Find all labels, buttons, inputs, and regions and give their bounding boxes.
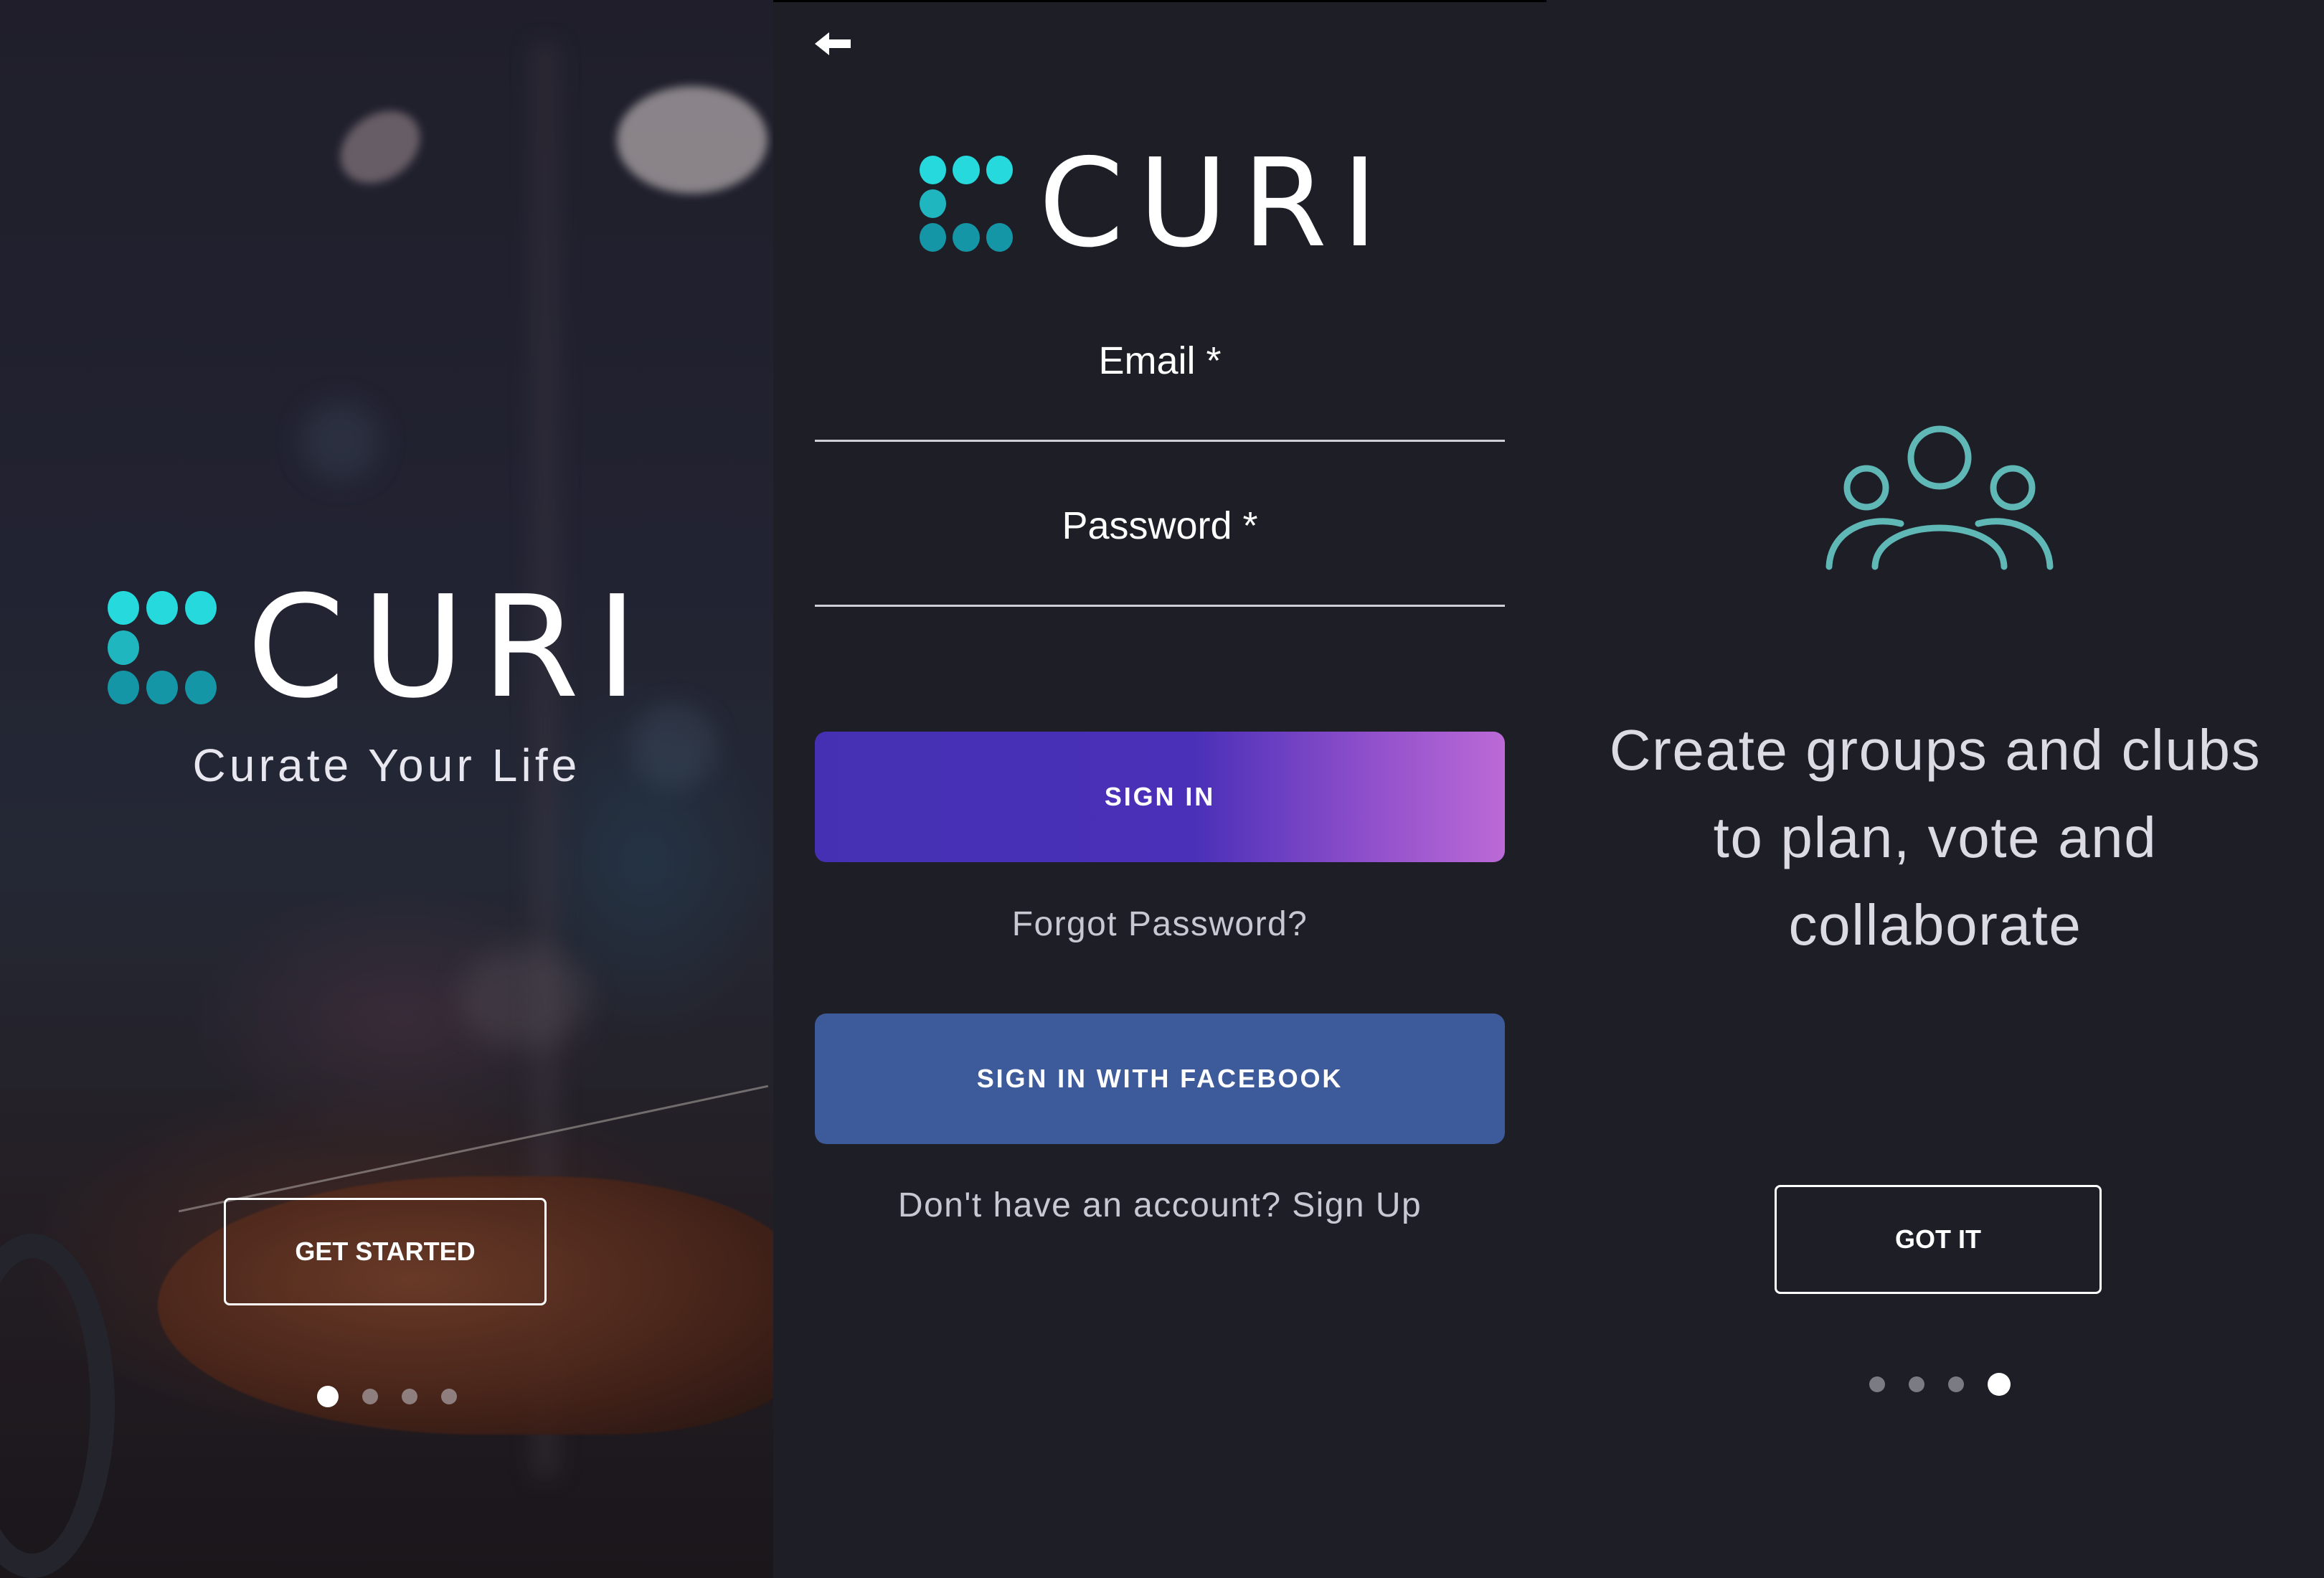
facebook-signin-button[interactable]: SIGN IN WITH FACEBOOK [815,1014,1505,1144]
onboarding-screens: CURI Curate Your Life GET STARTED CURI E… [0,0,2324,1578]
page-dot[interactable] [402,1389,417,1404]
page-indicator [1869,1373,2034,1396]
signup-link[interactable]: Don't have an account? Sign Up [773,1186,1546,1225]
page-dot[interactable] [362,1389,378,1404]
curi-logo: CURI [108,577,654,718]
signin-screen: CURI Email * Password * SIGN IN Forgot P… [773,0,1546,1578]
logo-dots-icon [920,156,1013,252]
welcome-screen: CURI Curate Your Life GET STARTED [0,0,773,1578]
people-group-icon [1825,425,2054,570]
logo-wordmark: CURI [1039,133,1392,275]
password-label: Password * [1062,504,1258,547]
groups-feature-screen: Create groups and clubs to plan, vote an… [1546,0,2324,1578]
feature-line: Create groups and clubs [1609,718,2262,782]
page-indicator [317,1386,481,1407]
password-field[interactable]: Password * [815,493,1505,607]
email-field[interactable]: Email * [815,329,1505,442]
page-dot-active[interactable] [1988,1373,2011,1396]
feature-line: collaborate [1788,893,2082,957]
tagline: Curate Your Life [192,740,581,791]
curi-logo: CURI [920,143,1392,265]
get-started-button[interactable]: GET STARTED [224,1198,547,1305]
signin-button[interactable]: SIGN IN [815,732,1505,862]
page-dot-active[interactable] [317,1386,339,1407]
page-dot[interactable] [1869,1376,1885,1392]
forgot-password-link[interactable]: Forgot Password? [773,904,1546,944]
got-it-button[interactable]: GOT IT [1775,1185,2102,1294]
arrow-left-icon[interactable] [815,28,855,60]
feature-description: Create groups and clubs to plan, vote an… [1546,707,2324,969]
page-dot[interactable] [441,1389,457,1404]
logo-wordmark: CURI [247,566,655,729]
email-label: Email * [1098,339,1222,382]
feature-line: to plan, vote and [1713,805,2158,869]
logo-dots-icon [108,591,217,704]
page-dot[interactable] [1948,1376,1964,1392]
page-dot[interactable] [1909,1376,1924,1392]
